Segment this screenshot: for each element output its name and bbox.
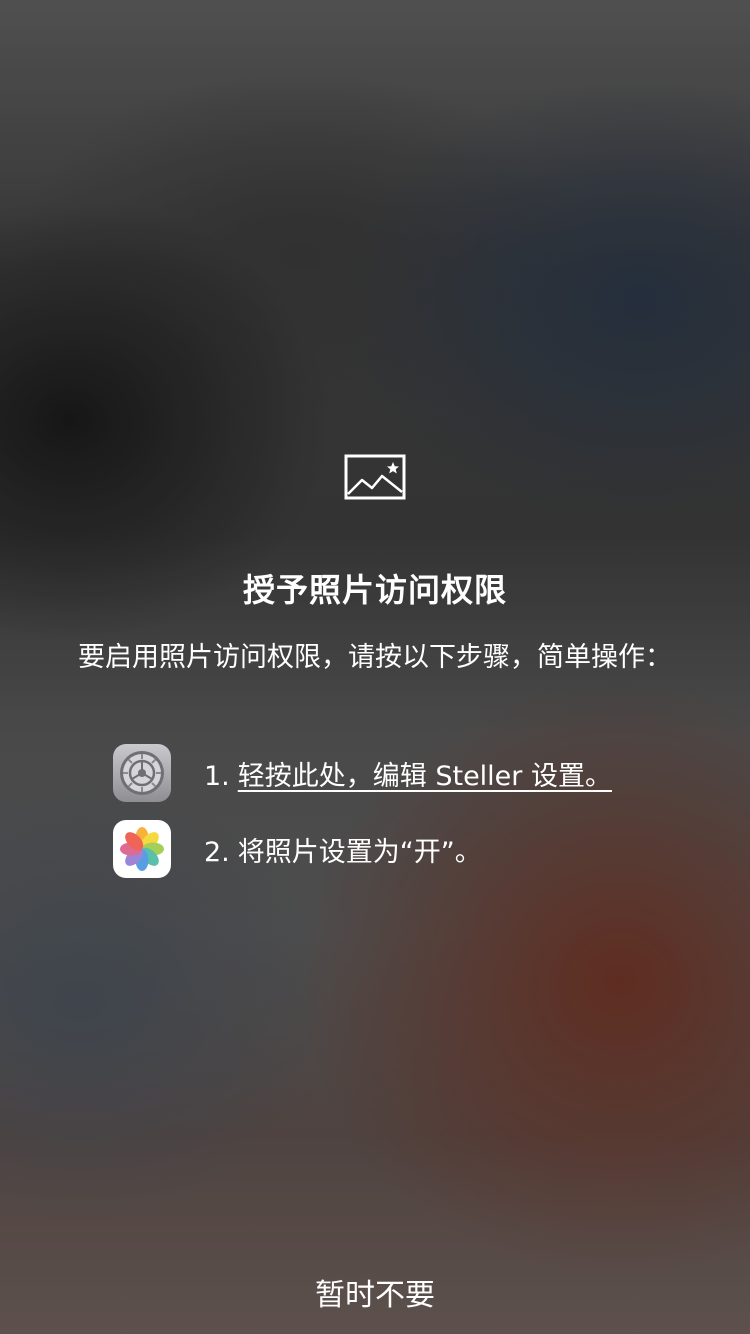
permission-description: 要启用照片访问权限，请按以下步骤，简单操作： [78,642,672,673]
step-2-label: 将照片设置为“开”。 [237,836,482,868]
step-open-settings[interactable]: 1. 轻按此处，编辑 Steller 设置。 [113,744,693,802]
step-2-text: 2. 将照片设置为“开”。 [204,830,482,869]
step-enable-photos: 2. 将照片设置为“开”。 [113,820,693,878]
not-now-button[interactable]: 暂时不要 [0,1270,750,1314]
edit-settings-link[interactable]: 轻按此处，编辑 Steller 设置。 [238,761,612,792]
step-1-text[interactable]: 1. 轻按此处，编辑 Steller 设置。 [204,754,612,793]
permission-screen: 授予照片访问权限 要启用照片访问权限，请按以下步骤，简单操作： 1. 轻按此处，… [0,0,750,1334]
step-2-number: 2. [204,836,230,868]
page-title: 授予照片访问权限 [242,571,507,609]
photo-permission-icon [344,454,406,500]
photos-app-icon [113,820,171,878]
settings-app-icon [113,744,171,802]
step-1-number: 1. [204,760,230,792]
